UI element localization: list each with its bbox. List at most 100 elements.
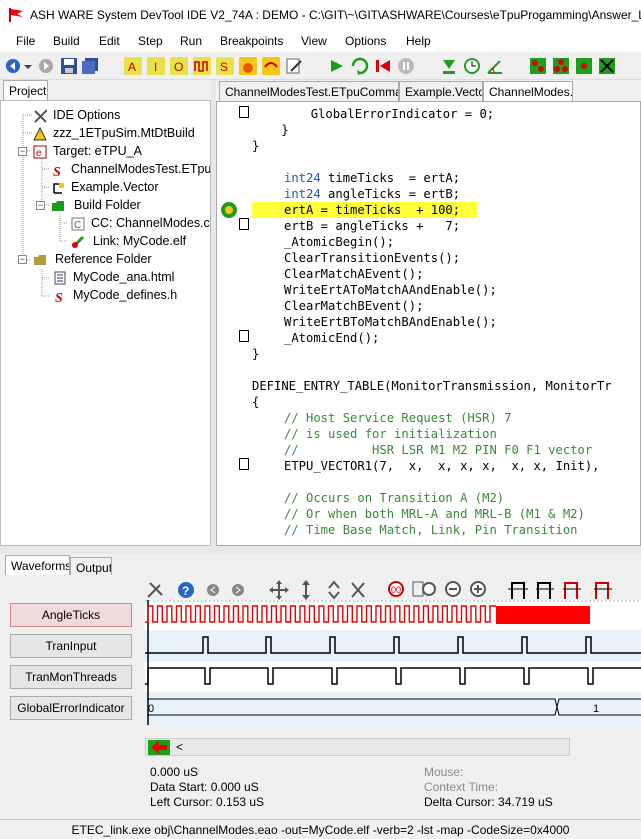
menu-run[interactable]: Run (180, 34, 202, 48)
toolbar: A I O S (0, 52, 641, 80)
signal-i-icon[interactable]: I (147, 57, 165, 75)
cursor-red-icon[interactable] (563, 582, 581, 599)
signal-button-global-error[interactable]: GlobalErrorIndicator (10, 696, 132, 720)
build-script-icon (33, 127, 47, 141)
left-cursor-readout: Left Cursor: 0.153 uS (150, 795, 265, 809)
menu-file[interactable]: File (16, 34, 35, 48)
code-line: GlobalErrorIndicator = 0; (252, 107, 495, 121)
tran-input-trace (145, 636, 641, 654)
context-time-readout: Context Time: (424, 780, 499, 794)
zoom-in-icon[interactable] (470, 581, 486, 597)
signal-wave-icon[interactable] (193, 57, 211, 75)
goto-angle-icon[interactable] (486, 57, 504, 75)
vertical-resize-icon[interactable] (302, 580, 310, 600)
help-icon[interactable]: ? (178, 582, 194, 598)
menu-breakpoints[interactable]: Breakpoints (220, 34, 283, 48)
step-over-icon[interactable] (262, 57, 280, 75)
expand-collapse-icon[interactable] (328, 580, 340, 600)
tab-output[interactable]: Output (70, 557, 112, 575)
breakpoint-toggle-icon[interactable] (552, 57, 570, 75)
signal-button-tran-mon-threads[interactable]: TranMonThreads (10, 665, 132, 689)
run-to-cursor-icon[interactable] (351, 57, 369, 75)
zoom-fit-icon[interactable] (412, 581, 436, 597)
script-file-icon: S (55, 291, 63, 303)
forward-icon[interactable] (37, 57, 55, 75)
collapse-icon[interactable]: − (36, 201, 45, 210)
menu-edit[interactable]: Edit (99, 34, 120, 48)
dropdown-arrow-icon[interactable] (22, 57, 34, 75)
horizontal-splitter[interactable] (0, 546, 641, 554)
run-icon[interactable] (328, 57, 346, 75)
code-comment: // Or when both MRL-A and MRL-B (M1 & M2… (284, 507, 585, 521)
angle-ticks-dense-region (496, 606, 590, 624)
tab-waveforms[interactable]: Waveforms (5, 555, 70, 575)
tab-channel-modes-c[interactable]: ChannelModes.c (483, 81, 573, 101)
waveform-scrollbar[interactable]: < (145, 738, 570, 756)
menu-options[interactable]: Options (345, 34, 386, 48)
cursor-right-icon[interactable] (594, 582, 612, 599)
project-tree: IDE Options zzz_1ETpuSim.MtDtBuild − e T… (0, 100, 211, 546)
code-line: _AtomicEnd(); (284, 331, 380, 345)
signal-o-icon[interactable]: O (170, 57, 188, 75)
code-line-current: ertA = timeTicks + 100; (284, 203, 461, 217)
tab-etpu-command[interactable]: ChannelModesTest.ETpuCommand (219, 81, 399, 101)
breakpoint-marker[interactable] (239, 458, 249, 470)
breakpoint-marker[interactable] (239, 330, 249, 342)
status-bar: ETEC_link.exe obj\ChannelModes.eao -out=… (0, 819, 641, 839)
code-text: angleTicks = ertB; (320, 187, 461, 201)
find-event-icon[interactable]: 00 (388, 581, 404, 597)
breakpoint-set-icon[interactable] (529, 57, 547, 75)
menu-help[interactable]: Help (406, 34, 431, 48)
scroll-left-arrow[interactable]: < (176, 740, 183, 754)
signal-s-icon[interactable]: S (216, 57, 234, 75)
step-back-icon[interactable] (374, 57, 392, 75)
breakpoint-clear-all-icon[interactable] (598, 57, 616, 75)
cursor-left-icon[interactable] (508, 582, 528, 599)
code-line: ertB = angleTicks + 7; (284, 219, 461, 233)
menu-view[interactable]: View (301, 34, 327, 48)
pan-icon[interactable] (269, 580, 289, 600)
save-icon[interactable] (60, 57, 78, 75)
goto-start-arrow-icon[interactable] (148, 740, 170, 755)
tran-mon-threads-trace (145, 667, 641, 685)
breakpoint-marker[interactable] (239, 106, 249, 118)
waveform-properties-icon[interactable] (147, 582, 163, 598)
save-all-icon[interactable] (81, 57, 99, 75)
goto-end-icon[interactable] (440, 57, 458, 75)
code-text: timeTicks = ertA; (320, 171, 461, 185)
breakpoint-disable-icon[interactable] (575, 57, 593, 75)
status-text: ETEC_link.exe obj\ChannelModes.eao -out=… (71, 823, 570, 837)
edit-properties-icon[interactable] (285, 57, 303, 75)
menu-step[interactable]: Step (138, 34, 163, 48)
tab-example-vector[interactable]: Example.Vector (399, 81, 483, 101)
back-icon[interactable] (4, 57, 22, 75)
cursor-both-icon[interactable] (536, 582, 554, 599)
keyword: int24 (284, 187, 321, 201)
code-editor[interactable]: GlobalErrorIndicator = 0; } } int24 time… (216, 101, 641, 546)
folder-icon (52, 201, 64, 211)
collapse-icon[interactable]: − (18, 255, 27, 264)
breakpoint-marker[interactable] (239, 218, 249, 230)
current-execution-icon (221, 202, 237, 218)
global-error-value-1: 1 (593, 703, 599, 715)
code-line: ClearMatchBEvent(); (284, 299, 424, 313)
signal-button-tran-input[interactable]: TranInput (10, 634, 132, 658)
code-comment: // Host Service Request (HSR) 7 (284, 411, 512, 425)
tab-project[interactable]: Project (3, 80, 48, 100)
menu-build[interactable]: Build (53, 34, 80, 48)
editor-tab-bar: ChannelModesTest.ETpuCommand Example.Vec… (216, 80, 641, 101)
pause-icon[interactable] (397, 57, 415, 75)
c-source-icon: C (71, 217, 85, 231)
goto-time-icon[interactable] (463, 57, 481, 75)
signal-button-angle-ticks[interactable]: AngleTicks (10, 603, 132, 627)
collapse-icon[interactable]: − (18, 147, 27, 156)
step-into-icon[interactable] (239, 57, 257, 75)
target-icon: e (33, 145, 47, 159)
scroll-back-icon[interactable] (207, 584, 219, 596)
code-line: ClearTransitionEvents(); (284, 251, 461, 265)
zoom-out-icon[interactable] (445, 581, 461, 597)
remove-signal-icon[interactable] (351, 582, 365, 598)
menu-bar: File Build Edit Step Run Breakpoints Vie… (0, 30, 641, 52)
signal-a-icon[interactable]: A (124, 57, 142, 75)
scroll-forward-icon[interactable] (232, 584, 244, 596)
